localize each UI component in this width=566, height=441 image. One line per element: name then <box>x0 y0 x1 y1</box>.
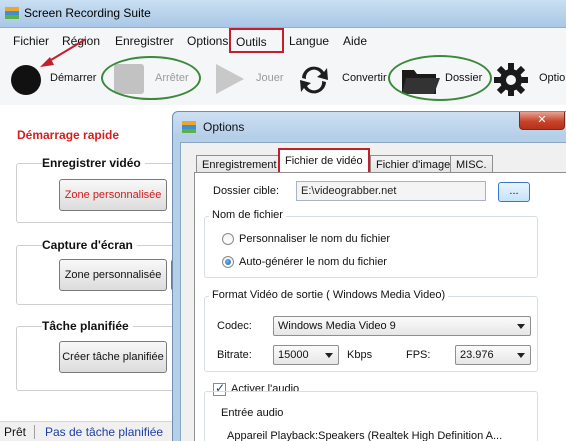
audio-input-title: Entrée audio <box>218 407 287 419</box>
record-video-title: Enregistrer vidéo <box>42 156 145 170</box>
title-bar: Screen Recording Suite <box>0 0 566 28</box>
bitrate-value: 15000 <box>278 349 309 361</box>
folder-highlight-oval <box>388 55 492 101</box>
close-icon: ✕ <box>537 114 547 126</box>
create-scheduled-task-button[interactable]: Créer tâche planifiée <box>59 341 167 373</box>
app-logo-icon <box>5 7 19 19</box>
radio-auto-name-label[interactable]: Auto-générer le nom du fichier <box>239 256 387 268</box>
options-label: Options <box>539 72 566 84</box>
scheduled-task-title: Tâche planifiée <box>42 319 133 333</box>
fps-select[interactable]: 23.976 <box>455 345 531 365</box>
convert-button[interactable]: Convertir <box>296 62 387 96</box>
menu-outils[interactable]: Outils <box>229 28 284 53</box>
quick-start-title: Démarrage rapide <box>17 128 120 142</box>
play-icon <box>216 64 244 94</box>
status-separator <box>34 425 35 439</box>
kbps-label: Kbps <box>347 349 373 361</box>
dest-folder-label: Dossier cible: <box>213 185 280 197</box>
window-title: Screen Recording Suite <box>24 6 151 20</box>
stop-highlight-oval <box>101 56 201 100</box>
dialog-title: Options <box>203 120 245 134</box>
dialog-close-button[interactable]: ✕ <box>519 112 565 130</box>
radio-auto-name[interactable] <box>222 256 234 268</box>
play-label: Jouer <box>256 72 284 84</box>
fps-label: FPS: <box>406 349 431 361</box>
convert-label: Convertir <box>342 72 387 84</box>
codec-select[interactable]: Windows Media Video 9 <box>273 316 531 336</box>
codec-label: Codec: <box>217 320 252 332</box>
chevron-down-icon <box>517 324 525 329</box>
radio-custom-name[interactable] <box>222 233 234 245</box>
menu-enregistrer[interactable]: Enregistrer <box>115 34 174 48</box>
annotation-arrow-icon <box>40 38 87 67</box>
bitrate-select[interactable]: 15000 <box>273 345 339 365</box>
toolbar: Démarrer Arrêter Jouer Convertir Dossier <box>0 38 566 105</box>
menu-aide[interactable]: Aide <box>343 34 367 48</box>
screen-capture-title: Capture d'écran <box>42 238 137 252</box>
menu-langue[interactable]: Langue <box>289 34 329 48</box>
record-custom-area-button[interactable]: Zone personnalisée <box>59 179 167 211</box>
filename-group-title: Nom de fichier <box>209 209 286 221</box>
status-schedule-link[interactable]: Pas de tâche planifiée <box>45 425 163 439</box>
audio-device-label: Appareil Playback:Speakers (Realtek High… <box>227 430 503 441</box>
fps-value: 23.976 <box>460 349 494 361</box>
tab-fichier-video[interactable]: Fichier de vidéo <box>278 148 370 172</box>
status-ready: Prêt <box>4 425 27 439</box>
convert-arrows-icon <box>300 66 328 94</box>
options-button[interactable]: Options <box>493 62 566 96</box>
format-group-title: Format Vidéo de sortie ( Windows Media V… <box>209 289 449 301</box>
capture-custom-area-button[interactable]: Zone personnalisée <box>59 259 167 291</box>
dest-folder-field[interactable]: E:\videograbber.net <box>296 181 486 201</box>
browse-button[interactable]: ... <box>498 182 530 202</box>
bitrate-label: Bitrate: <box>217 349 252 361</box>
radio-custom-name-label[interactable]: Personnaliser le nom du fichier <box>239 233 390 245</box>
codec-value: Windows Media Video 9 <box>278 320 396 332</box>
gear-icon <box>494 63 528 96</box>
menu-options[interactable]: Options <box>187 34 228 48</box>
chevron-down-icon <box>325 353 333 358</box>
dialog-app-icon <box>182 121 196 133</box>
filename-group <box>204 216 538 278</box>
play-button[interactable]: Jouer <box>212 62 292 96</box>
chevron-down-icon <box>517 353 525 358</box>
